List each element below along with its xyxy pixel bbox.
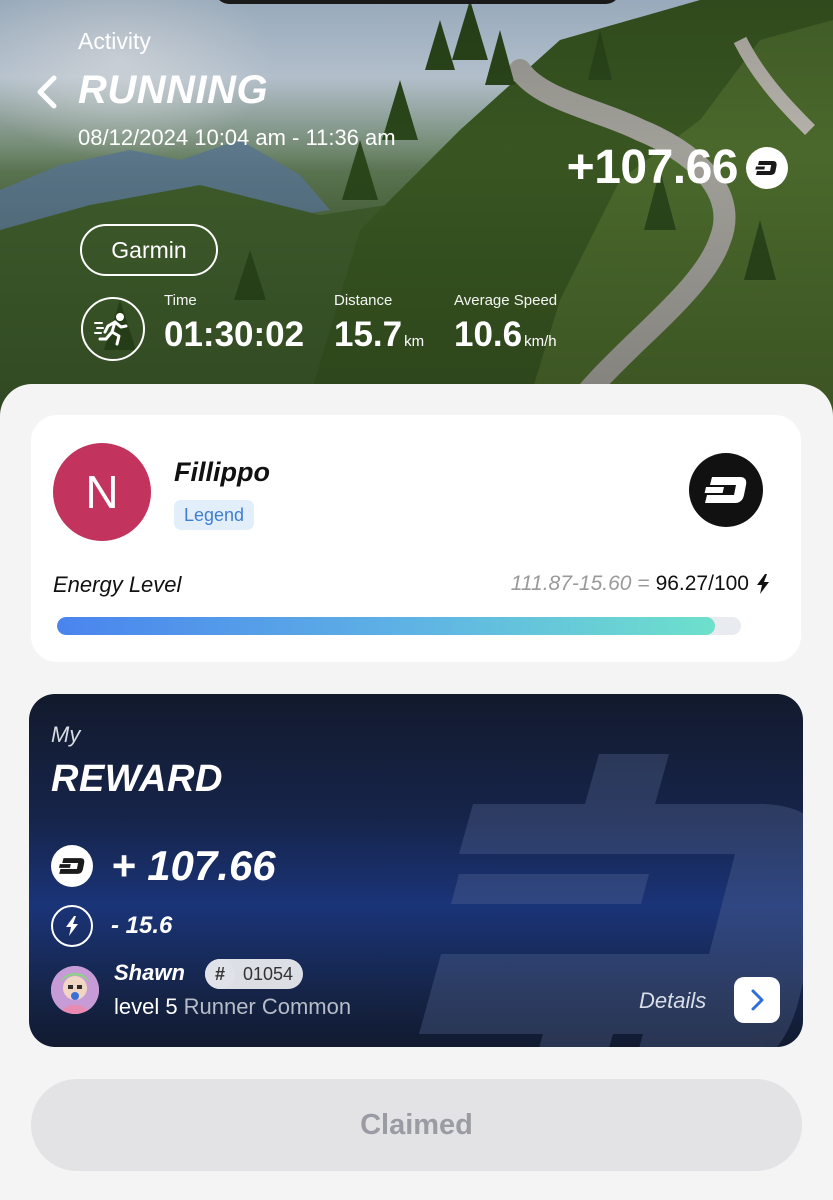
runner-level-value: level 5 [114,994,178,1019]
chevron-left-icon [37,75,57,109]
reward-total-value: +107.66 [566,141,739,194]
stat-average-speed: Average Speed 10.6 km/h [454,292,557,355]
runner-class: Runner Common [183,994,352,1019]
profile-card: N Fillippo Legend Energy Level 111.87-15… [31,415,801,662]
user-name: Fillippo [174,457,270,487]
reward-card: My REWARD + 107.66 - 15.6 Shawn # 01054 … [29,694,803,1047]
stat-speed-value: 10.6 km/h [454,315,557,354]
energy-progress-fill [57,617,716,635]
energy-cost-value: - 15.6 [111,912,173,939]
stat-time-value: 01:30:02 [164,315,305,354]
lightning-icon [757,574,769,594]
stat-distance-unit: km [404,333,425,350]
hero-shade [0,0,833,430]
token-reward-row: + 107.66 [51,842,276,890]
stat-distance-value: 15.7 km [334,315,425,354]
stat-distance: Distance 15.7 km [334,292,424,355]
reward-title: REWARD [51,758,223,800]
hero-reward-total: +107.66 [567,140,788,195]
stat-distance-label: Distance [334,292,393,309]
section-label: Activity [78,28,151,54]
reward-prefix-label: My [51,722,81,747]
tier-badge: Legend [174,500,255,530]
energy-level-label: Energy Level [53,572,182,597]
avatar: N [53,443,151,541]
chevron-right-icon [751,989,764,1011]
energy-calculation: 111.87-15.60 = 96.27/100 [511,572,771,596]
stat-speed-label: Average Speed [454,292,558,309]
runner-id-badge: # 01054 [205,959,304,989]
activity-detail-screen: Activity RUNNING 08/12/2024 10:04 am - 1… [0,0,833,1200]
energy-progress-bar [57,617,741,635]
activity-datetime: 08/12/2024 10:04 am - 11:36 am [78,125,396,150]
stat-time-label: Time [164,292,197,309]
energy-formula: 111.87-15.60 = [510,572,650,595]
hero-banner [0,0,833,430]
stat-speed-unit: km/h [524,333,557,350]
runner-level: level 5 Runner Common [114,994,351,1020]
token-reward-value: + 107.66 [111,842,276,889]
lightning-icon [51,905,93,947]
runner-nft-avatar [51,966,99,1014]
running-man-icon [81,297,145,361]
page-title: RUNNING [78,68,269,112]
dash-coin-icon [746,146,788,189]
device-notch [215,0,620,4]
runner-id-value: 01054 [243,963,294,984]
details-button[interactable] [734,977,780,1023]
energy-cost-row: - 15.6 [51,905,172,947]
dash-coin-icon [689,453,763,527]
device-source-pill[interactable]: Garmin [80,224,218,276]
back-button[interactable] [30,70,66,114]
stat-time: Time 01:30:02 [164,292,304,355]
hash-icon: # [205,959,235,989]
details-label[interactable]: Details [639,988,706,1014]
energy-value: 96.27/100 [655,572,749,595]
dash-coin-icon [51,845,93,887]
runner-name: Shawn [114,960,185,985]
claimed-button[interactable]: Claimed [31,1079,802,1171]
